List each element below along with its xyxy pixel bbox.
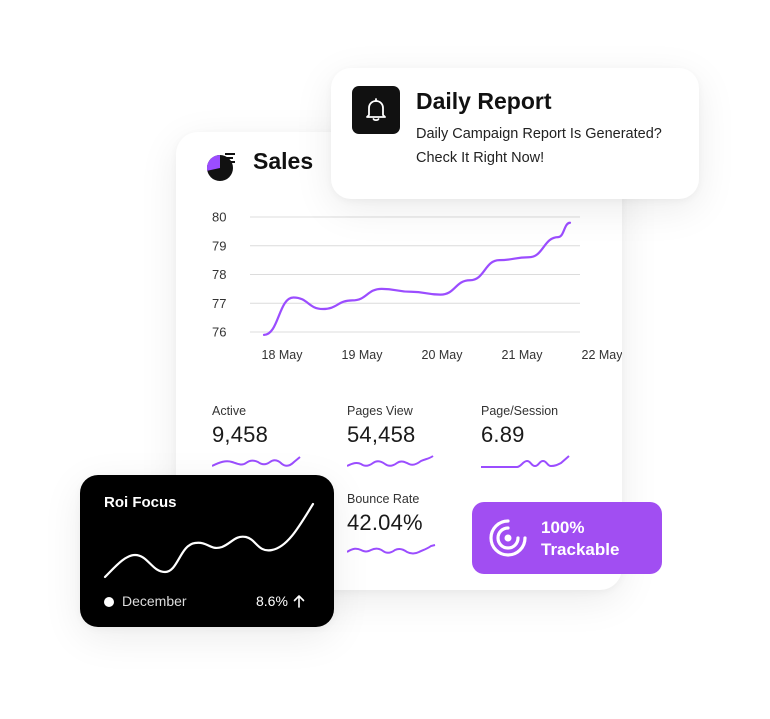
x-tick-label: 22 May <box>582 348 623 362</box>
roi-percent: 8.6% <box>256 593 288 609</box>
page-session-sparkline <box>481 455 570 468</box>
y-tick-label: 80 <box>212 210 226 225</box>
metric-value: 6.89 <box>481 422 525 447</box>
pages-view-sparkline <box>347 455 434 467</box>
report-message-line2: Check It Right Now! <box>416 150 545 166</box>
metric-value: 54,458 <box>347 422 416 447</box>
report-title: Daily Report <box>416 88 552 114</box>
roi-focus-card: Roi Focus December 8.6% <box>80 475 334 627</box>
metric-value: 9,458 <box>212 422 269 447</box>
sales-series-line <box>262 221 572 336</box>
y-tick-label: 78 <box>212 267 226 282</box>
metric-label: Active <box>212 404 247 418</box>
metric-bounce-rate: Bounce Rate 42.04% <box>347 492 439 560</box>
y-tick-label: 76 <box>212 325 226 340</box>
x-tick-label: 20 May <box>422 348 464 362</box>
metric-label: Pages View <box>347 404 413 418</box>
roi-series-line <box>103 502 315 579</box>
trackable-label: Trackable <box>541 540 620 559</box>
metric-label: Page/Session <box>481 404 559 418</box>
x-tick-label: 21 May <box>502 348 544 362</box>
roi-month: December <box>122 593 187 609</box>
legend-dot <box>104 597 114 607</box>
arrow-up-icon <box>293 595 305 608</box>
x-tick-label: 19 May <box>342 348 384 362</box>
bell-icon-box <box>352 86 400 134</box>
daily-report-notification[interactable]: Daily Report Daily Campaign Report Is Ge… <box>331 68 699 199</box>
x-tick-label: 18 May <box>262 348 304 362</box>
metric-label: Bounce Rate <box>347 492 420 506</box>
metric-value: 42.04% <box>347 510 423 535</box>
y-tick-label: 77 <box>212 296 226 311</box>
metric-pages-view: Pages View 54,458 <box>347 404 439 472</box>
bounce-rate-sparkline <box>347 544 436 555</box>
target-icon <box>489 519 527 557</box>
active-sparkline <box>212 456 301 467</box>
bell-icon <box>366 98 386 122</box>
report-message-line1: Daily Campaign Report Is Generated? <box>416 126 662 142</box>
metric-active: Active 9,458 <box>212 404 304 472</box>
trackable-percent: 100% <box>541 518 585 537</box>
metric-page-session: Page/Session 6.89 <box>481 404 573 472</box>
y-tick-label: 79 <box>212 238 226 253</box>
trackable-badge: 100% Trackable <box>472 502 662 574</box>
